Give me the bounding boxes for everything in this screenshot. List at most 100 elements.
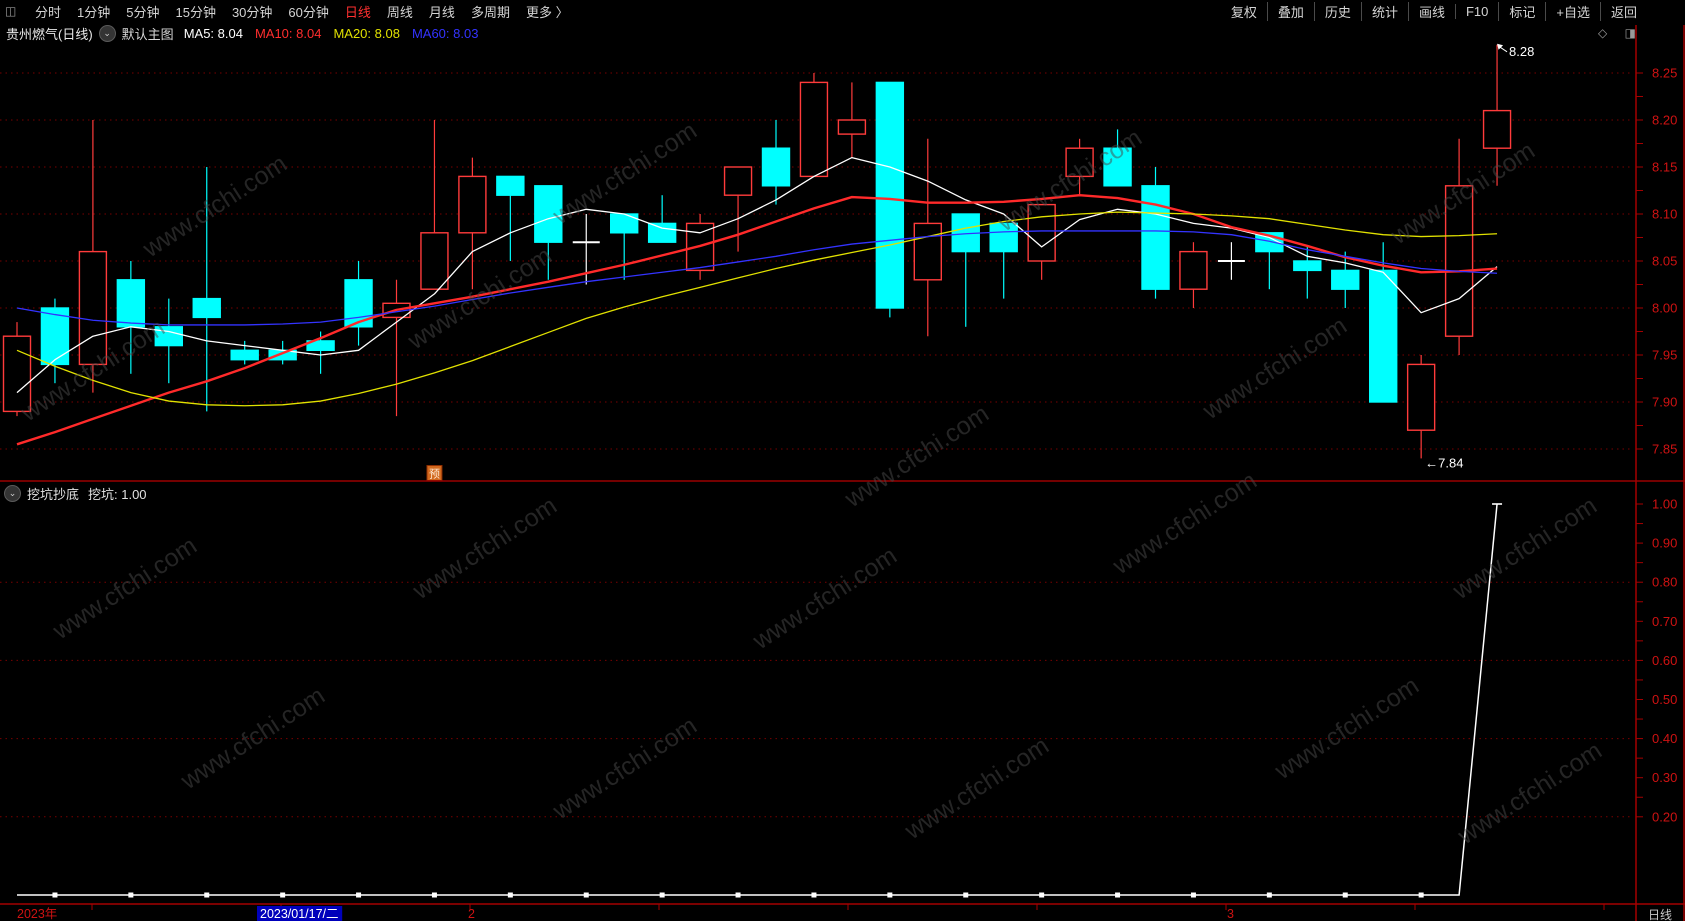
- overlay-button[interactable]: 叠加: [1266, 1, 1314, 21]
- time-axis-label[interactable]: 2023/01/17/二: [260, 907, 339, 921]
- back-button[interactable]: 返回: [1599, 1, 1647, 21]
- price-axis-label: 8.20: [1652, 113, 1677, 128]
- candle-1: [40, 298, 70, 384]
- watermark: www.cfchi.com: [47, 532, 202, 646]
- indicator-value-label: 挖坑: 1.00: [88, 487, 147, 502]
- indicator-collapse-icon[interactable]: ⌄: [4, 485, 21, 502]
- mark-button[interactable]: 标记: [1498, 1, 1545, 21]
- axes: 8.25 8.20 8.15 8.10 8.05 8.00 7.95 7.90 7.85 1.00…: [0, 25, 1685, 921]
- indicator-point-marker: [963, 892, 969, 898]
- time-axis-label[interactable]: 2: [468, 907, 475, 921]
- history-button[interactable]: 历史: [1313, 1, 1361, 21]
- candle-27: [1027, 203, 1056, 280]
- watermark: www.cfchi.com: [547, 117, 702, 231]
- tab-1min[interactable]: 1分钟: [69, 2, 118, 21]
- indicator-point-marker: [1418, 892, 1424, 898]
- candle-28: [1065, 138, 1094, 196]
- price-axis-label: 8.05: [1652, 254, 1677, 269]
- candle-5: [192, 167, 221, 412]
- top-toolbar: ◫ 分时 1分钟 5分钟 15分钟 30分钟 60分钟 日线 周线 月线 多周期…: [0, 0, 1685, 22]
- time-axis-label[interactable]: 2023年: [17, 907, 57, 921]
- candle-6: [230, 340, 259, 365]
- indicator-axis-label: 0.90: [1652, 536, 1677, 551]
- ma5-label: MA5: 8.04: [183, 26, 243, 41]
- watermark: www.cfchi.com: [747, 542, 902, 656]
- tab-more[interactable]: 更多 〉: [518, 2, 577, 21]
- layout-icon[interactable]: ◫: [5, 4, 27, 18]
- candle-15: [572, 214, 600, 285]
- candle-26: [989, 222, 1018, 299]
- watermark: www.cfchi.com: [839, 400, 994, 514]
- chevron-down-icon[interactable]: ⌄: [98, 25, 116, 42]
- stock-chart-canvas[interactable]: 8.28 ←7.84 预 8.25 8.20 8.15 8.10 8.05 8.00 7.95 7.…: [0, 0, 1685, 921]
- ma60-line: [16, 230, 1498, 326]
- candle-13: [496, 175, 525, 261]
- legend-row: 贵州燃气(日线) ⌄ 默认主图 MA5: 8.04 MA10: 8.04 MA2…: [0, 22, 1685, 45]
- candle-16: [610, 213, 639, 280]
- toolbar-actions: 复权 叠加 历史 统计 画线 F10 标记 +自选 返回: [1221, 1, 1685, 21]
- candle-24: [913, 138, 942, 337]
- watermark: www.cfchi.com: [402, 242, 557, 356]
- candle-22: [837, 82, 867, 158]
- indicator-point-marker: [735, 892, 741, 898]
- ma10-label: MA10: 8.04: [254, 26, 322, 41]
- indicator-axis-label: 0.40: [1652, 731, 1677, 746]
- tab-monthly[interactable]: 月线: [421, 2, 463, 21]
- indicator-point-marker: [356, 892, 362, 898]
- wakeng-indicator-line: [17, 503, 1498, 896]
- signal-marker-box: [426, 465, 443, 481]
- candle-29: [1103, 129, 1132, 187]
- indicator-point-marker: [431, 892, 437, 898]
- candle-23: [875, 81, 905, 318]
- candle-21: [799, 73, 829, 178]
- indicator-point-marker: [204, 892, 210, 898]
- candle-31: [1179, 242, 1208, 308]
- indicator-pane-header: ⌄ 挖坑抄底 挖坑: 1.00: [4, 484, 156, 503]
- indicator-title[interactable]: 挖坑抄底: [27, 484, 79, 503]
- candle-35: [1331, 251, 1360, 308]
- price-axis-label: 7.95: [1652, 348, 1677, 363]
- candle-34: [1293, 246, 1322, 299]
- candle-32: [1217, 242, 1245, 280]
- price-axis-label: 7.85: [1652, 442, 1677, 457]
- high-annotation: 8.28: [1509, 44, 1534, 59]
- price-axis-label: 8.10: [1652, 207, 1677, 222]
- candle-33: [1255, 232, 1284, 290]
- candle-18: [685, 214, 715, 280]
- period-tabs: 分时 1分钟 5分钟 15分钟 30分钟 60分钟 日线 周线 月线 多周期 更…: [27, 2, 577, 21]
- add-watchlist-button[interactable]: +自选: [1545, 1, 1600, 21]
- tab-60min[interactable]: 60分钟: [280, 2, 336, 21]
- period-status-label: 日线: [1647, 908, 1672, 921]
- tab-5min[interactable]: 5分钟: [118, 2, 167, 21]
- pane-view-icons[interactable]: ◇ ◨: [1598, 26, 1643, 40]
- tab-15min[interactable]: 15分钟: [167, 2, 223, 21]
- candle-4: [154, 298, 184, 384]
- tab-weekly[interactable]: 周线: [379, 2, 421, 21]
- restore-rights-button[interactable]: 复权: [1221, 2, 1267, 21]
- main-chart-selector[interactable]: 默认主图: [122, 24, 174, 43]
- tab-30min[interactable]: 30分钟: [224, 2, 280, 21]
- price-axis-label: 7.90: [1652, 395, 1677, 410]
- ma10-line: [16, 193, 1498, 446]
- candle-3: [116, 261, 146, 374]
- watermark: www.cfchi.com: [547, 712, 702, 826]
- ma5-line: [16, 156, 1498, 394]
- ma60-label: MA60: 8.03: [411, 26, 479, 41]
- indicator-axis-label: 0.70: [1652, 614, 1677, 629]
- draw-line-button[interactable]: 画线: [1407, 1, 1455, 21]
- stock-title[interactable]: 贵州燃气(日线): [6, 24, 93, 43]
- candle-11: [420, 120, 449, 290]
- watermark: www.cfchi.com: [1452, 737, 1607, 851]
- tab-multiperiod[interactable]: 多周期: [463, 2, 518, 21]
- candle-36: [1368, 242, 1398, 403]
- tab-daily[interactable]: 日线: [337, 2, 379, 21]
- indicator-axis-label: 0.80: [1652, 575, 1677, 590]
- f10-button[interactable]: F10: [1454, 3, 1498, 19]
- candle-9: [344, 261, 373, 346]
- candle-12: [458, 157, 487, 290]
- time-axis-label[interactable]: 3: [1227, 907, 1234, 921]
- indicator-point-marker: [811, 892, 817, 898]
- tab-fenshi[interactable]: 分时: [27, 2, 69, 21]
- watermark: www.cfchi.com: [407, 492, 562, 606]
- statistics-button[interactable]: 统计: [1360, 1, 1408, 21]
